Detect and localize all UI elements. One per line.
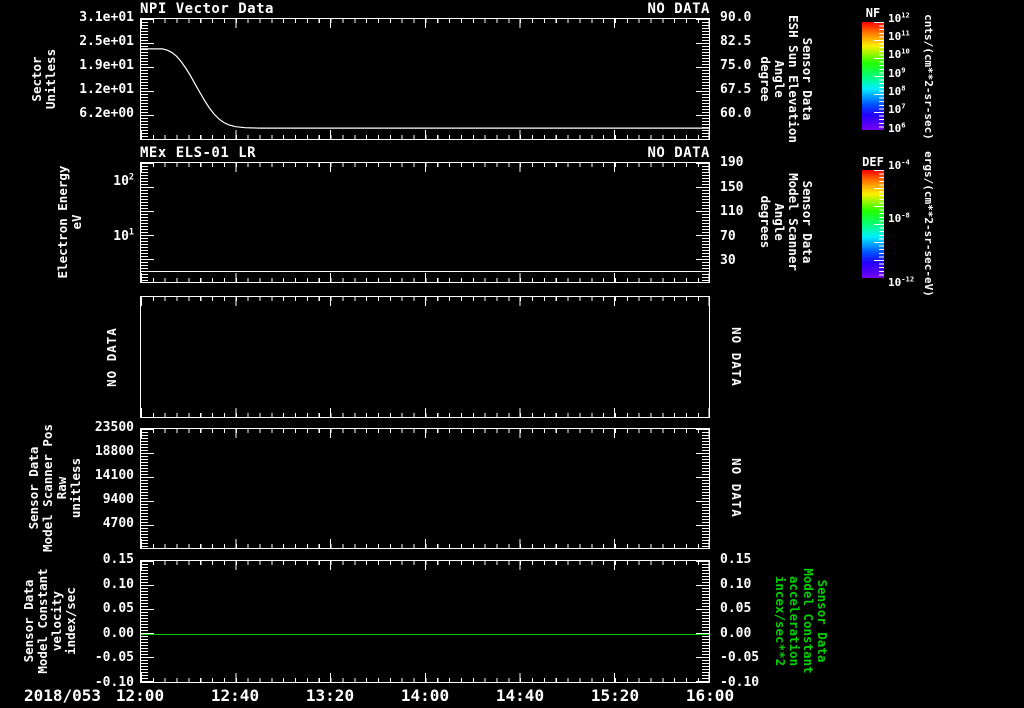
def-colorbar [862, 170, 884, 278]
x-major-ticks-top [141, 429, 709, 438]
x-major-ticks-top [141, 297, 709, 306]
y-tick-label: 3.1e+01 [79, 10, 134, 25]
panel-4-scanner-pos [140, 428, 710, 549]
colorbar-tick-label: 108 [888, 83, 906, 99]
x-tick-label: 15:20 [590, 686, 640, 705]
colorbar-tick-label: 1011 [888, 28, 910, 44]
nf-colorbar [862, 22, 884, 130]
y-right-tick-label: 30 [720, 252, 736, 268]
panel2-title-row: MEx ELS-01 LR NO DATA [140, 146, 710, 161]
panel1-no-data-label: NO DATA [647, 1, 710, 17]
y-tick-label: 14100 [94, 468, 134, 484]
x-major-ticks-top [141, 163, 709, 172]
y-right-tick-label: -0.05 [720, 650, 760, 666]
colorbar-tick-label: 10-12 [888, 274, 915, 290]
colorbar-tick-label: 10-4 [888, 156, 910, 172]
y-tick-label: 0.15 [102, 552, 134, 567]
x-tick-label: 14:40 [495, 686, 545, 705]
panel3-left-no-data: NO DATA [104, 327, 119, 387]
x-major-ticks-top [141, 561, 709, 570]
panel1-title: NPI Vector Data [140, 1, 274, 17]
colorbar-tick-label: 10-8 [888, 209, 910, 225]
sector-curve-plot [141, 48, 709, 129]
sector-curve [141, 48, 709, 129]
panel-els [140, 162, 710, 283]
y-major-ticks-left [141, 561, 154, 682]
x-major-ticks-bottom [141, 673, 709, 682]
y-tick-label: 0.05 [102, 601, 134, 617]
y-right-tick-label: 70 [720, 229, 736, 245]
y-right-tick-label: 82.5 [720, 34, 752, 50]
panel2-no-data-label: NO DATA [647, 145, 710, 161]
x-tick-label: 14:00 [400, 686, 450, 705]
els-energy-line [141, 271, 709, 272]
y-right-tick-label: 90.0 [720, 10, 752, 25]
y-tick-label: 1.9e+01 [79, 57, 134, 73]
x-tick-label: 12:40 [210, 686, 260, 705]
panel-5-velocity [140, 560, 710, 683]
y-tick-label: 18800 [94, 443, 134, 459]
y-tick-label: 2.5e+01 [79, 34, 134, 50]
x-tick-label: 12:00 [115, 686, 165, 705]
colorbar-tick-label: 1010 [888, 46, 910, 62]
colorbar-tick-label: 106 [888, 120, 906, 135]
y-right-tick-label: 150 [720, 180, 744, 195]
y-right-tick-label: 190 [720, 154, 744, 170]
colorbar-tick-label: 1012 [888, 10, 910, 25]
colorbar-tick-label: 107 [888, 101, 906, 117]
y-tick-label: 102 [113, 171, 134, 189]
panel3-right-no-data: NO DATA [729, 327, 744, 387]
x-tick-label: 16:00 [685, 686, 735, 705]
y-major-ticks-right [696, 163, 709, 282]
y-tick-label: -0.05 [94, 650, 134, 666]
y-right-tick-label: 0.00 [720, 625, 752, 641]
def-colorbar-title: DEF [862, 155, 884, 169]
y-tick-label: 1.2e+01 [79, 81, 134, 97]
y-tick-label: 9400 [102, 491, 134, 507]
panel4-right-no-data: NO DATA [729, 458, 744, 518]
y-tick-label: 6.2e+00 [79, 106, 134, 121]
colorbar-tick-label: 109 [888, 65, 906, 80]
y-major-ticks-right [696, 429, 709, 548]
y-right-tick-label: 0.15 [720, 552, 752, 567]
y-tick-label: 0.00 [102, 625, 134, 641]
y-tick-label: 101 [113, 226, 134, 245]
y-right-tick-label: 75.0 [720, 57, 752, 73]
velocity-zero-line [141, 634, 709, 635]
plot-stage: NPI Vector Data NO DATA MEx ELS-01 LR NO… [0, 0, 1024, 708]
def-colorbar-major-ticks [874, 170, 884, 278]
y-right-tick-label: 0.05 [720, 601, 752, 617]
x-tick-label: 13:20 [305, 686, 355, 705]
y-major-ticks-left [141, 429, 154, 548]
x-major-ticks-bottom [141, 539, 709, 548]
nf-colorbar-major-ticks [874, 22, 884, 130]
y-tick-label: 0.10 [102, 576, 134, 592]
y-right-tick-label: 0.10 [720, 576, 752, 592]
date-label: 2018/053 [24, 686, 102, 705]
panel-3-no-data [140, 296, 710, 418]
nf-colorbar-title: NF [865, 6, 881, 20]
panel1-title-row: NPI Vector Data NO DATA [140, 2, 710, 17]
x-major-ticks-bottom [141, 273, 709, 282]
y-major-ticks-left [141, 163, 154, 282]
y-tick-label: 23500 [94, 420, 134, 435]
y-right-tick-label: 110 [720, 203, 744, 219]
panel-npi-vector [140, 18, 710, 140]
x-major-ticks-bottom [141, 408, 709, 417]
y-major-ticks-right [696, 561, 709, 682]
y-right-tick-label: 67.5 [720, 81, 752, 97]
y-tick-label: 4700 [102, 515, 134, 531]
y-right-tick-label: 60.0 [720, 106, 752, 121]
panel2-title: MEx ELS-01 LR [140, 145, 257, 161]
